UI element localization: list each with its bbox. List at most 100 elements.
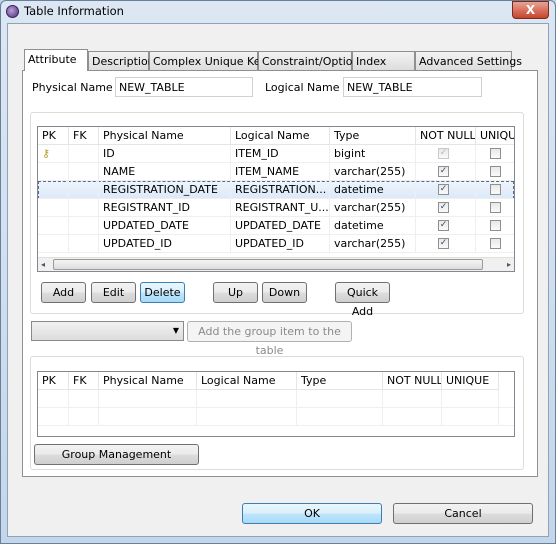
add-button[interactable]: Add <box>41 282 86 303</box>
not-null-cell: ✓ <box>416 145 476 163</box>
key-icon: ⚷ <box>42 147 51 160</box>
physical-name-input[interactable]: NEW_TABLE <box>115 77 253 97</box>
scroll-left-icon[interactable]: ◂ <box>41 260 45 269</box>
scroll-right-icon[interactable]: ▸ <box>507 260 511 269</box>
group-management-button[interactable]: Group Management <box>34 444 199 465</box>
logical-name-cell: REGISTRANT_U... <box>231 199 330 217</box>
delete-button[interactable]: Delete <box>140 282 185 303</box>
empty-cell <box>442 390 499 408</box>
tab-advanced-settings[interactable]: Advanced Settings <box>415 51 522 71</box>
scrollbar-thumb[interactable] <box>53 259 483 270</box>
unique-checkbox[interactable] <box>490 202 501 213</box>
header-unique[interactable]: UNIQUE <box>476 127 514 145</box>
empty-cell <box>297 408 383 426</box>
header-unique[interactable]: UNIQUE <box>442 372 499 390</box>
physical-name-cell: REGISTRATION_DATE <box>99 181 231 199</box>
logical-name-cell: UPDATED_DATE <box>231 217 330 235</box>
not-null-checkbox[interactable]: ✓ <box>438 238 449 249</box>
empty-cell <box>297 390 383 408</box>
logical-name-input[interactable]: NEW_TABLE <box>343 77 482 97</box>
header-pk[interactable]: PK <box>38 127 69 145</box>
close-button[interactable]: X <box>512 1 549 19</box>
not-null-checkbox[interactable]: ✓ <box>438 220 449 231</box>
not-null-cell: ✓ <box>416 235 476 253</box>
not-null-checkbox[interactable]: ✓ <box>438 184 449 195</box>
fk-cell <box>69 145 99 163</box>
empty-cell <box>38 390 69 408</box>
unique-cell <box>476 235 514 253</box>
not-null-checkbox[interactable]: ✓ <box>438 202 449 213</box>
unique-checkbox[interactable] <box>490 148 501 159</box>
empty-cell <box>99 390 197 408</box>
header-physical-name[interactable]: Physical Name <box>99 127 231 145</box>
header-fk[interactable]: FK <box>69 127 99 145</box>
window-title: Table Information <box>24 4 124 18</box>
empty-cell <box>197 408 297 426</box>
physical-name-cell: ID <box>99 145 231 163</box>
edit-button[interactable]: Edit <box>91 282 136 303</box>
tab-attribute[interactable]: Attribute <box>24 49 88 71</box>
header-type[interactable]: Type <box>330 127 416 145</box>
pk-cell <box>38 181 69 199</box>
unique-cell <box>476 145 514 163</box>
table-row[interactable]: UPDATED_ID UPDATED_ID varchar(255) ✓ <box>38 235 514 253</box>
empty-cell <box>499 390 514 408</box>
quick-add-button[interactable]: Quick Add <box>335 282 390 318</box>
physical-name-cell: UPDATED_DATE <box>99 217 231 235</box>
columns-table: PK FK Physical Name Logical Name Type NOT NUL… <box>37 126 515 272</box>
table-row[interactable]: UPDATED_DATE UPDATED_DATE datetime ✓ <box>38 217 514 235</box>
horizontal-scrollbar[interactable]: ◂ ▸ <box>38 257 514 271</box>
header-pk[interactable]: PK <box>38 372 69 390</box>
header-fk[interactable]: FK <box>69 372 99 390</box>
not-null-checkbox[interactable]: ✓ <box>438 148 449 159</box>
empty-cell <box>383 408 442 426</box>
type-cell: varchar(255) <box>330 199 416 217</box>
logical-name-cell: REGISTRATION... <box>231 181 330 199</box>
pk-cell <box>38 163 69 181</box>
ok-button[interactable]: OK <box>242 503 382 524</box>
down-button[interactable]: Down <box>262 282 307 303</box>
not-null-cell: ✓ <box>416 217 476 235</box>
not-null-checkbox[interactable]: ✓ <box>438 166 449 177</box>
unique-cell <box>476 199 514 217</box>
table-row[interactable]: ⚷ ID ITEM_ID bigint ✓ <box>38 145 514 163</box>
empty-cell <box>499 408 514 426</box>
unique-cell <box>476 217 514 235</box>
pk-cell: ⚷ <box>38 145 69 163</box>
header-logical-name[interactable]: Logical Name <box>231 127 330 145</box>
header-type[interactable]: Type <box>297 372 383 390</box>
tab-index[interactable]: Index <box>352 51 415 71</box>
empty-cell <box>197 390 297 408</box>
empty-cell <box>69 390 99 408</box>
table-row[interactable]: REGISTRANT_ID REGISTRANT_U... varchar(255)… <box>38 199 514 217</box>
empty-cell <box>69 408 99 426</box>
not-null-cell: ✓ <box>416 181 476 199</box>
not-null-cell: ✓ <box>416 199 476 217</box>
logical-name-label: Logical Name <box>265 81 340 94</box>
table-row[interactable]: NAME ITEM_NAME varchar(255) ✓ <box>38 163 514 181</box>
unique-checkbox[interactable] <box>490 184 501 195</box>
tab-complex-unique-key[interactable]: Complex Unique Key <box>149 51 267 71</box>
add-group-item-button[interactable]: Add the group item to the table <box>187 321 352 357</box>
table-row[interactable]: REGISTRATION_DATE REGISTRATION... datetime… <box>38 181 514 199</box>
group-select[interactable]: ▼ <box>31 321 184 341</box>
unique-checkbox[interactable] <box>490 238 501 249</box>
physical-name-cell: REGISTRANT_ID <box>99 199 231 217</box>
physical-name-cell: NAME <box>99 163 231 181</box>
logical-name-cell: ITEM_NAME <box>231 163 330 181</box>
fk-cell <box>69 217 99 235</box>
tab-description[interactable]: Description <box>88 51 155 71</box>
chevron-down-icon: ▼ <box>172 326 179 335</box>
header-not-null[interactable]: NOT NULL <box>416 127 476 145</box>
header-physical-name[interactable]: Physical Name <box>99 372 197 390</box>
up-button[interactable]: Up <box>213 282 258 303</box>
header-logical-name[interactable]: Logical Name <box>197 372 297 390</box>
tab-constraint-option[interactable]: Constraint/Option <box>258 51 359 71</box>
unique-checkbox[interactable] <box>490 166 501 177</box>
header-not-null[interactable]: NOT NULL <box>383 372 442 390</box>
type-cell: datetime <box>330 181 416 199</box>
cancel-button[interactable]: Cancel <box>393 503 533 524</box>
unique-checkbox[interactable] <box>490 220 501 231</box>
not-null-cell: ✓ <box>416 163 476 181</box>
pk-cell <box>38 217 69 235</box>
